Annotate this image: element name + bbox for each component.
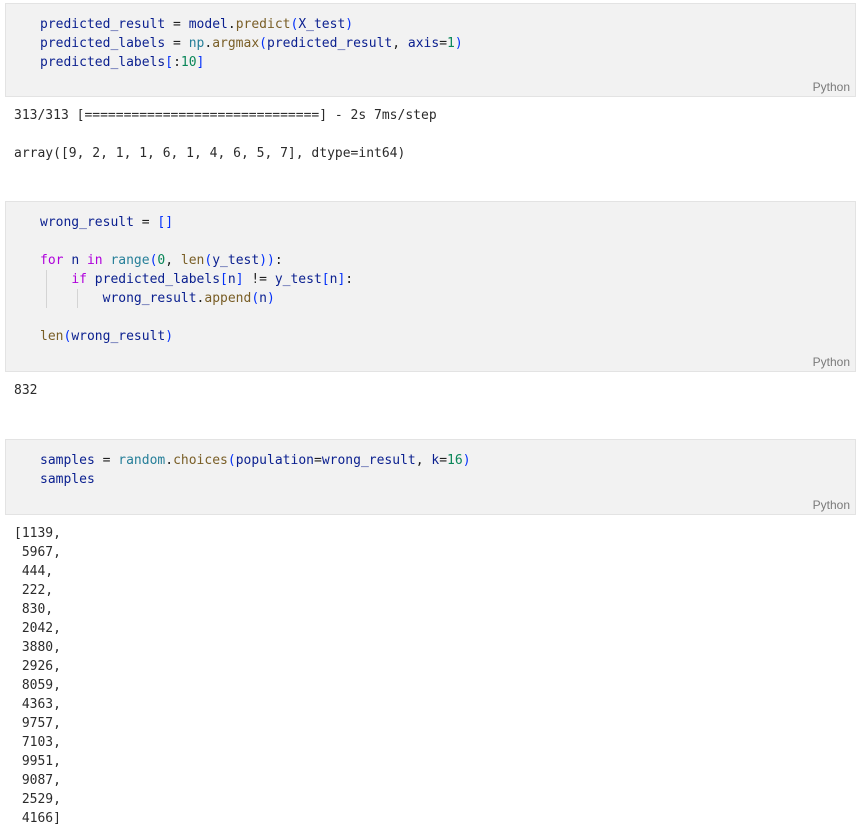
code-token: ( [251,291,260,306]
code-token: , [165,253,181,268]
code-token: y_test [212,253,260,268]
code-token: 1 [447,36,455,51]
code-line[interactable]: samples [40,470,471,489]
code-token: . [227,17,236,32]
code-token: n [71,253,80,268]
code-token: np [188,36,205,51]
code-token: choices [173,453,228,468]
code-line[interactable]: for n in range(0, len(y_test)): [40,251,353,270]
code-line[interactable]: samples = random.choices(population=wron… [40,451,471,470]
code-line[interactable]: wrong_result = [] [40,213,353,232]
code-token: if [71,272,87,287]
code-token: ] [196,55,205,70]
code-line[interactable]: if predicted_labels[n] != y_test[n]: [40,270,353,289]
code-token: ] [235,272,244,287]
code-token: ) [345,17,354,32]
code-token: wrong_result [40,215,134,230]
code-token: ) [454,36,463,51]
code-token: predicted_result [40,17,166,32]
code-token: random [118,453,166,468]
code-token: . [165,453,174,468]
code-token: range [110,253,150,268]
code-token: 10 [180,55,197,70]
code-token: len [180,253,205,268]
code-token: wrong_result [71,329,166,344]
code-line[interactable]: predicted_result = model.predict(X_test) [40,15,463,34]
code-token: : [173,55,181,70]
language-label-3[interactable]: Python [813,498,850,512]
code-token: ) [267,291,275,306]
code-token: in [86,253,103,268]
code-token: = [165,17,189,32]
code-token: ) [462,453,471,468]
code-token: [ [165,55,174,70]
code-line[interactable]: wrong_result.append(n) [40,289,353,308]
code-token: axis [407,36,440,51]
code-token: predicted_labels [40,36,166,51]
code-token: = [313,453,322,468]
code-token: ( [227,453,236,468]
code-token: samples [40,472,95,487]
code-cell-2[interactable]: wrong_result = [] for n in range(0, len(y… [5,201,856,372]
code-token: = [165,36,189,51]
code-token: predict [235,17,291,32]
code-token: [ [220,272,228,287]
language-label-2[interactable]: Python [813,355,850,369]
code-token: )) [259,253,275,268]
code-token: n [259,291,267,306]
code-token: = [439,36,448,51]
code-editor-1[interactable]: predicted_result = model.predict(X_test)… [40,15,463,72]
code-token: != [243,272,275,287]
code-token: = [133,215,158,230]
cell-output-2: 832 [14,383,38,398]
code-token: model [188,17,228,32]
code-line[interactable]: predicted_labels[:10] [40,53,463,72]
code-line[interactable] [40,232,353,251]
code-token: 16 [447,453,463,468]
code-token: len [40,329,64,344]
code-token: argmax [212,36,260,51]
code-cell-3[interactable]: samples = random.choices(population=wron… [5,439,856,515]
code-token: , [392,36,408,51]
code-token: append [204,291,252,306]
code-token: population [235,453,314,468]
code-token: ) [165,329,174,344]
code-editor-3[interactable]: samples = random.choices(population=wron… [40,451,471,489]
code-token: n [227,272,236,287]
code-token: ( [259,36,267,51]
code-token: predicted_result [267,36,393,51]
code-token: , [415,453,432,468]
code-line[interactable]: len(wrong_result) [40,327,353,346]
cell-output-1: 313/313 [==============================]… [14,108,437,161]
code-line[interactable] [40,308,353,327]
language-label-1[interactable]: Python [813,80,850,94]
code-editor-2[interactable]: wrong_result = [] for n in range(0, len(y… [40,213,353,346]
code-token: wrong_result [321,453,416,468]
code-token: = [94,453,119,468]
code-cell-1[interactable]: predicted_result = model.predict(X_test)… [5,3,856,97]
code-token: predicted_labels [40,55,166,70]
code-token: predicted_labels [94,272,221,287]
cell-output-3: [1139, 5967, 444, 222, 830, 2042, 3880, … [14,526,61,826]
code-token: : [345,272,354,287]
code-line[interactable]: predicted_labels = np.argmax(predicted_r… [40,34,463,53]
code-token: samples [40,453,95,468]
code-token: = [439,453,448,468]
code-token: : [274,253,283,268]
code-token: [ [321,272,330,287]
code-token: for [40,253,64,268]
code-token: y_test [274,272,322,287]
code-token: [] [157,215,174,230]
code-token: X_test [298,17,346,32]
code-token: wrong_result [102,291,197,306]
